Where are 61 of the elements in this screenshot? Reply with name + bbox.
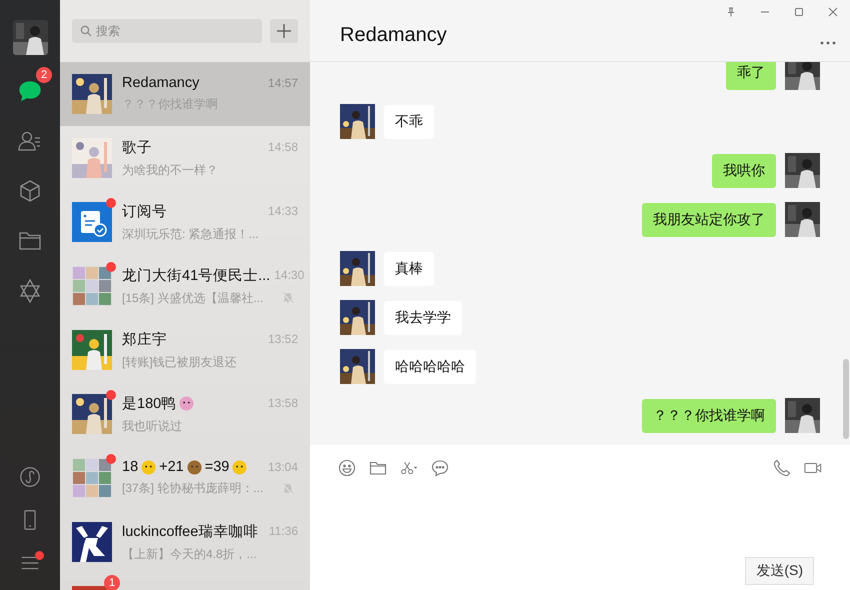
- contact-name: 18: [122, 459, 138, 475]
- timestamp: 14:30: [274, 268, 304, 282]
- contact-name: 歌子: [122, 138, 152, 156]
- message-bubble: 乖了: [726, 62, 776, 90]
- document-check-icon: [72, 202, 112, 242]
- pin-icon[interactable]: [726, 7, 736, 17]
- message-bubble: 哈哈哈哈哈: [384, 350, 476, 384]
- emoji-icon: [232, 460, 248, 474]
- conversation-item[interactable]: 歌子 14:58 为啥我的不一样？: [60, 126, 310, 190]
- message-preview: 深圳玩乐范: 紧急通报！...: [122, 226, 259, 242]
- message-bubble: ？？？你找谁学啊: [642, 398, 776, 432]
- message-preview: [37条] 轮协秘书庞薛明：...: [122, 480, 264, 497]
- chat-bubble-icon[interactable]: [431, 459, 449, 477]
- folder-icon[interactable]: [369, 459, 387, 477]
- star-icon[interactable]: [17, 278, 43, 304]
- maximize-icon[interactable]: [794, 7, 804, 17]
- message-bubble: 我哄你: [712, 154, 776, 188]
- emoji-icon: [186, 460, 202, 474]
- emoji-icon[interactable]: [338, 459, 356, 477]
- add-button[interactable]: [270, 19, 298, 43]
- unread-badge: 1: [104, 575, 120, 590]
- close-icon[interactable]: [828, 7, 838, 17]
- message-preview: [转账]钱已被朋友退还: [122, 354, 237, 370]
- message-bubble: 我朋友站定你攻了: [642, 202, 776, 236]
- contact-name: +21: [159, 459, 184, 475]
- contact-name: Redamancy: [122, 75, 200, 91]
- timestamp: 13:58: [268, 396, 298, 410]
- timestamp: 14:33: [268, 204, 298, 218]
- conversation-item[interactable]: 1: [60, 574, 310, 590]
- emoji-icon: [179, 396, 194, 410]
- send-button[interactable]: 发送(S): [745, 557, 814, 585]
- conversation-item[interactable]: 是180鸭 13:58 我也听说过: [60, 382, 310, 446]
- contact-name: 是180鸭: [122, 394, 176, 412]
- contact-name: =39: [204, 459, 230, 475]
- conversation-item[interactable]: 郑庄宇 13:52 [转账]钱已被朋友退还: [60, 318, 310, 382]
- message-bubble: 我去学学: [384, 300, 462, 334]
- chat-title: Redamancy: [340, 24, 447, 47]
- more-icon[interactable]: [820, 40, 836, 44]
- message-bubble: 不乖: [384, 104, 434, 138]
- search-icon: [80, 25, 92, 37]
- message-bubble: 真棒: [384, 252, 434, 286]
- scissors-icon[interactable]: [400, 459, 418, 477]
- conversation-item[interactable]: 订阅号 14:33 深圳玩乐范: 紧急通报！...: [60, 190, 310, 254]
- contact-name: 订阅号: [122, 202, 167, 220]
- plus-icon: [277, 24, 291, 38]
- timestamp: 13:52: [268, 332, 298, 346]
- timestamp: 14:57: [268, 76, 298, 90]
- contact-name: 龙门大街41号便民士...: [122, 266, 270, 284]
- contact-name: 郑庄宇: [122, 330, 167, 348]
- contact-name: luckincoffee瑞幸咖啡: [122, 522, 258, 540]
- emoji-icon: [141, 460, 156, 474]
- timestamp: 14:58: [268, 140, 298, 154]
- mini-program-icon[interactable]: [18, 465, 42, 489]
- unread-badge: 2: [36, 67, 52, 83]
- message-preview: 为啥我的不一样？: [122, 162, 218, 178]
- phone-icon[interactable]: [773, 459, 791, 477]
- search-field[interactable]: 搜索: [72, 19, 262, 43]
- message-preview: [15条] 兴盛优选【温馨社...: [122, 290, 264, 306]
- conversation-item[interactable]: 龙门大街41号便民士... 14:30 [15条] 兴盛优选【温馨社...: [60, 254, 310, 318]
- message-preview: 【上新】今天的4.8折，...: [122, 546, 257, 562]
- message-preview: 我也听说过: [122, 418, 182, 434]
